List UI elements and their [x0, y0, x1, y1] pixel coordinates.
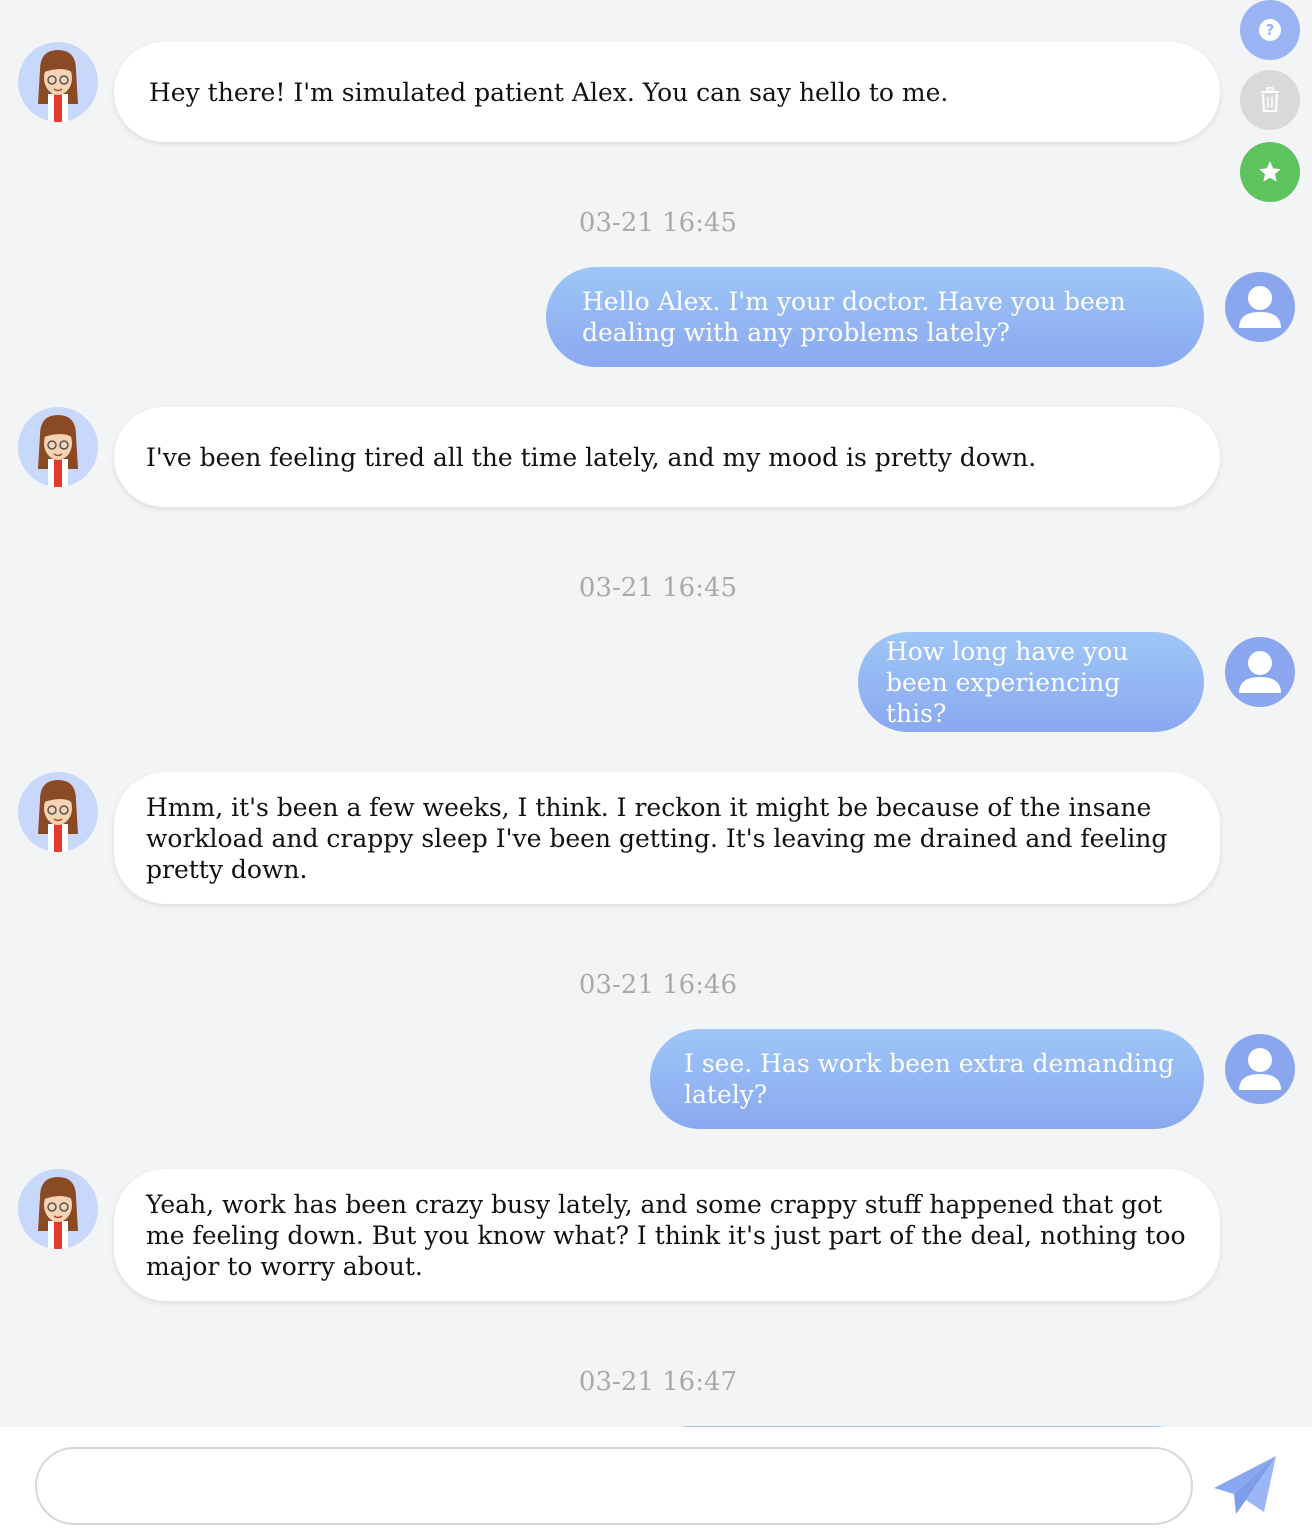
- message-text: I see. Has work been extra demanding lat…: [684, 1049, 1175, 1109]
- chat-area: Hey there! I'm simulated patient Alex. Y…: [0, 0, 1312, 1427]
- composer-bar: [0, 1427, 1312, 1532]
- message-timestamp: 03-21 16:47: [578, 1367, 738, 1397]
- bot-message-bubble: Hey there! I'm simulated patient Alex. Y…: [114, 42, 1220, 142]
- svg-text:?: ?: [1266, 21, 1275, 39]
- user-message-bubble: Hello Alex. I'm your doctor. Have you be…: [546, 267, 1204, 367]
- question-icon: ?: [1259, 19, 1281, 41]
- trash-icon: [1261, 87, 1279, 112]
- user-avatar: [1225, 1034, 1295, 1104]
- message-text: How long have you been experiencing this…: [886, 636, 1129, 728]
- paper-plane-icon: [1214, 1456, 1276, 1514]
- message-text: I've been feeling tired all the time lat…: [146, 442, 1037, 472]
- delete-button[interactable]: [1240, 70, 1300, 130]
- favorite-button[interactable]: [1240, 142, 1300, 202]
- message-text: Hey there! I'm simulated patient Alex. Y…: [149, 77, 949, 107]
- bot-message-bubble: Hmm, it's been a few weeks, I think. I r…: [114, 772, 1220, 904]
- message-timestamp: 03-21 16:45: [578, 573, 738, 603]
- message-input[interactable]: [35, 1447, 1193, 1525]
- send-button[interactable]: [1210, 1452, 1282, 1520]
- user-message-bubble: I see. Has work been extra demanding lat…: [650, 1029, 1204, 1129]
- message-text: Hello Alex. I'm your doctor. Have you be…: [582, 287, 1126, 347]
- user-avatar: [1225, 637, 1295, 707]
- patient-avatar: [18, 772, 98, 852]
- bot-message-bubble: Yeah, work has been crazy busy lately, a…: [114, 1169, 1220, 1301]
- patient-avatar: [18, 42, 98, 122]
- bot-message-bubble: I've been feeling tired all the time lat…: [114, 407, 1220, 507]
- help-button[interactable]: ?: [1240, 0, 1300, 60]
- message-text: Yeah, work has been crazy busy lately, a…: [146, 1189, 1186, 1281]
- message-timestamp: 03-21 16:45: [578, 208, 738, 238]
- patient-avatar: [18, 1169, 98, 1249]
- patient-avatar: [18, 407, 98, 487]
- user-message-bubble: How long have you been experiencing this…: [858, 632, 1204, 732]
- message-text: Hmm, it's been a few weeks, I think. I r…: [146, 792, 1168, 884]
- message-timestamp: 03-21 16:46: [578, 970, 738, 1000]
- star-icon: [1259, 161, 1281, 182]
- user-avatar: [1225, 272, 1295, 342]
